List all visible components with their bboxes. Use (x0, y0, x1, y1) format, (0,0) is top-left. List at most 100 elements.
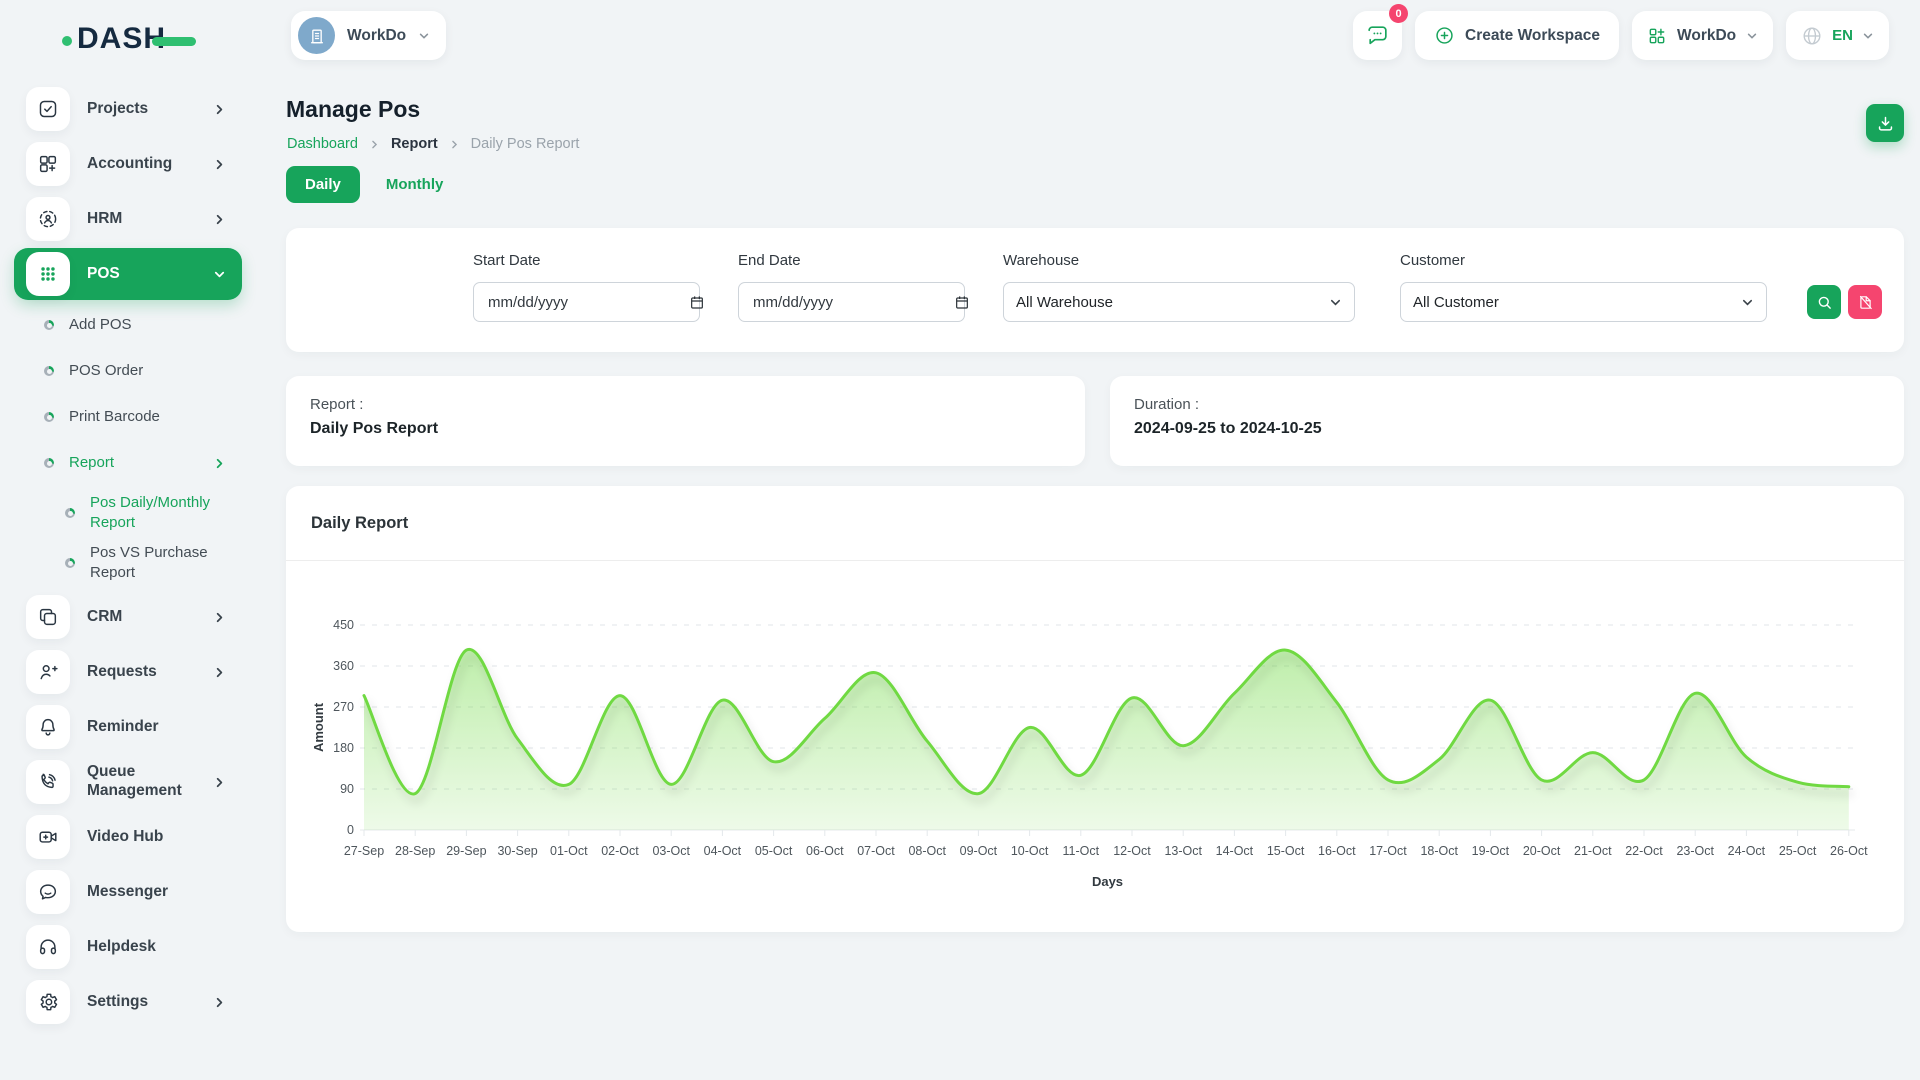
download-button[interactable] (1866, 104, 1904, 142)
reset-filter-button[interactable] (1848, 285, 1882, 319)
sidebar-item-label: HRM (87, 210, 213, 229)
svg-text:03-Oct: 03-Oct (652, 844, 690, 858)
calendar-icon[interactable] (689, 294, 705, 310)
customer-group: Customer All Customer (1400, 228, 1767, 352)
customer-select[interactable]: All Customer (1400, 282, 1767, 322)
sidebar-item-label: CRM (87, 608, 213, 627)
svg-text:25-Oct: 25-Oct (1779, 844, 1817, 858)
messenger-icon (26, 870, 70, 914)
svg-text:23-Oct: 23-Oct (1676, 844, 1714, 858)
tab-daily[interactable]: Daily (286, 166, 360, 203)
svg-text:10-Oct: 10-Oct (1011, 844, 1049, 858)
sidebar-item-projects[interactable]: Projects (0, 83, 258, 135)
svg-text:17-Oct: 17-Oct (1369, 844, 1407, 858)
chevron-right-icon (369, 139, 380, 150)
breadcrumb-dashboard[interactable]: Dashboard (287, 136, 358, 152)
svg-text:12-Oct: 12-Oct (1113, 844, 1151, 858)
svg-text:22-Oct: 22-Oct (1625, 844, 1663, 858)
page-title: Manage Pos (286, 96, 420, 123)
sidebar-item-label: Requests (87, 663, 213, 682)
svg-text:0: 0 (347, 823, 354, 837)
area-chart-svg: 09018027036045027-Sep28-Sep29-Sep30-Sep0… (310, 586, 1880, 896)
svg-text:16-Oct: 16-Oct (1318, 844, 1356, 858)
reminder-icon (26, 705, 70, 749)
bullet-icon (44, 458, 54, 468)
svg-text:05-Oct: 05-Oct (755, 844, 793, 858)
sidebar-item-pos-vs-purchase-report[interactable]: Pos VS Purchase Report (0, 541, 258, 585)
bullet-icon (44, 320, 54, 330)
breadcrumb-current: Daily Pos Report (471, 136, 580, 152)
svg-text:Amount: Amount (311, 702, 326, 752)
start-date-input[interactable] (486, 293, 689, 312)
search-button[interactable] (1807, 285, 1841, 319)
sidebar-item-pos-order[interactable]: POS Order (0, 349, 258, 393)
chevron-right-icon (213, 457, 226, 470)
sidebar-item-pos-daily-monthly-report[interactable]: Pos Daily/Monthly Report (0, 491, 258, 535)
customer-label: Customer (1400, 252, 1465, 269)
accounting-icon (26, 142, 70, 186)
chevron-right-icon (449, 139, 460, 150)
report-period-tabs: Daily Monthly (286, 166, 443, 203)
settings-icon (26, 980, 70, 1024)
warehouse-label: Warehouse (1003, 252, 1079, 269)
sidebar-item-requests[interactable]: Requests (0, 646, 258, 698)
bullet-icon (65, 508, 75, 518)
sidebar-item-label: Helpdesk (87, 938, 226, 957)
svg-text:01-Oct: 01-Oct (550, 844, 588, 858)
svg-text:13-Oct: 13-Oct (1164, 844, 1202, 858)
sidebar-item-settings[interactable]: Settings (0, 976, 258, 1028)
dash-logo: DASH (62, 22, 196, 56)
sidebar-item-report[interactable]: Report (0, 441, 258, 485)
calendar-icon[interactable] (954, 294, 970, 310)
sidebar-item-pos[interactable]: POS (14, 248, 242, 300)
svg-text:450: 450 (333, 618, 354, 632)
app-screen: DASH WorkDo 0 Create Workspace WorkDo EN (0, 0, 1920, 1080)
sidebar-item-label: Add POS (69, 316, 226, 334)
sidebar-item-hrm[interactable]: HRM (0, 193, 258, 245)
sidebar-item-messenger[interactable]: Messenger (0, 866, 258, 918)
pos-icon (26, 252, 70, 296)
sidebar-item-add-pos[interactable]: Add POS (0, 303, 258, 347)
chevron-right-icon (213, 776, 226, 789)
chevron-right-icon (213, 666, 226, 679)
download-icon (1876, 114, 1895, 133)
sidebar-item-crm[interactable]: CRM (0, 591, 258, 643)
svg-text:270: 270 (333, 700, 354, 714)
svg-text:360: 360 (333, 659, 354, 673)
svg-text:02-Oct: 02-Oct (601, 844, 639, 858)
svg-text:30-Sep: 30-Sep (497, 844, 537, 858)
sidebar-item-label: Reminder (87, 718, 226, 737)
sidebar-item-queue-management[interactable]: Queue Management (0, 756, 258, 808)
tab-monthly[interactable]: Monthly (386, 176, 444, 193)
svg-text:18-Oct: 18-Oct (1420, 844, 1458, 858)
sidebar-item-video-hub[interactable]: Video Hub (0, 811, 258, 863)
chevron-down-icon (213, 268, 226, 281)
sidebar: ProjectsAccounting HRM POS Add POS POS Order… (0, 72, 258, 1080)
warehouse-value: All Warehouse (1016, 294, 1113, 311)
sidebar-item-label: Messenger (87, 883, 226, 902)
sidebar-item-helpdesk[interactable]: Helpdesk (0, 921, 258, 973)
daily-report-chart: 09018027036045027-Sep28-Sep29-Sep30-Sep0… (310, 586, 1880, 896)
sidebar-item-accounting[interactable]: Accounting (0, 138, 258, 190)
report-label: Report : (310, 396, 1061, 413)
filter-panel: Start Date End Date Warehouse All Wareho… (286, 228, 1904, 352)
end-date-field (738, 282, 965, 322)
sidebar-item-print-barcode[interactable]: Print Barcode (0, 395, 258, 439)
chevron-right-icon (213, 611, 226, 624)
svg-text:29-Sep: 29-Sep (446, 844, 486, 858)
report-summary-card: Report : Daily Pos Report (286, 376, 1085, 466)
sidebar-item-label: POS (87, 265, 213, 284)
svg-text:90: 90 (340, 782, 354, 796)
search-icon (1816, 294, 1833, 311)
sidebar-item-reminder[interactable]: Reminder (0, 701, 258, 753)
end-date-input[interactable] (751, 293, 954, 312)
breadcrumb-report[interactable]: Report (391, 136, 438, 152)
sidebar-item-label: Report (69, 454, 213, 472)
bullet-icon (44, 366, 54, 376)
svg-text:19-Oct: 19-Oct (1472, 844, 1510, 858)
logo-dash-icon (152, 37, 196, 46)
svg-text:07-Oct: 07-Oct (857, 844, 895, 858)
warehouse-select[interactable]: All Warehouse (1003, 282, 1355, 322)
svg-text:26-Oct: 26-Oct (1830, 844, 1868, 858)
helpdesk-icon (26, 925, 70, 969)
